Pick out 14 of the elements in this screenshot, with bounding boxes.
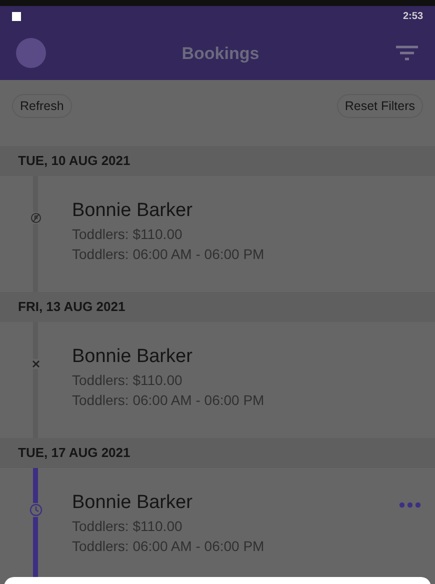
client-name: Bonnie Barker xyxy=(72,491,194,515)
client-name: Bonnie Barker xyxy=(72,345,194,369)
avatar[interactable] xyxy=(16,38,46,68)
chip-button[interactable]: Reset Filters xyxy=(336,94,423,118)
date-header: TUE, 17 AUG 2021 xyxy=(0,438,435,468)
client-name: Bonnie Barker xyxy=(72,199,194,223)
notification-icon xyxy=(12,12,21,21)
filter-icon[interactable] xyxy=(394,44,419,62)
date-header: TUE, 10 AUG 2021 xyxy=(0,146,435,176)
date-header: FRI, 13 AUG 2021 xyxy=(0,292,435,322)
more-icon[interactable] xyxy=(399,502,421,508)
page-title: Bookings xyxy=(182,42,260,65)
status-time: 2:53 xyxy=(402,10,423,24)
chip-button[interactable]: Refresh xyxy=(12,94,72,118)
